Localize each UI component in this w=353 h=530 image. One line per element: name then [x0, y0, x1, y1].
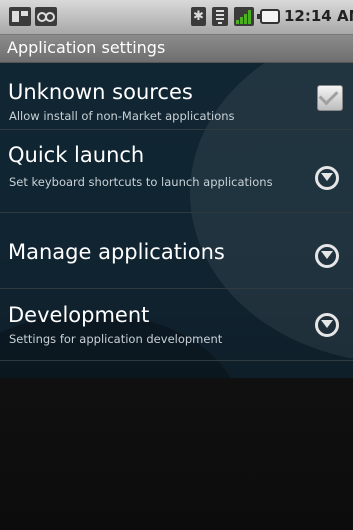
empty-area: [0, 378, 353, 530]
setting-title: Unknown sources: [8, 80, 193, 104]
setting-title: Manage applications: [8, 240, 225, 264]
voicemail-icon: [35, 7, 57, 26]
setting-quick-launch[interactable]: Quick launch Set keyboard shortcuts to l…: [0, 130, 353, 213]
wifi-icon: [212, 7, 228, 26]
title-bar: Application settings: [0, 35, 353, 63]
unknown-sources-checkbox[interactable]: [317, 85, 343, 111]
chevron-down-icon[interactable]: [315, 244, 339, 268]
checkmark-icon: [318, 85, 339, 106]
status-bar[interactable]: ✱ 12:14 AM: [0, 0, 353, 35]
setting-unknown-sources[interactable]: Unknown sources Allow install of non-Mar…: [0, 63, 353, 130]
status-time: 12:14 AM: [284, 7, 353, 25]
page-title: Application settings: [7, 38, 166, 57]
setting-summary: Allow install of non-Market applications: [9, 109, 235, 123]
setting-title: Development: [8, 303, 150, 327]
setting-summary: Set keyboard shortcuts to launch applica…: [9, 175, 273, 189]
screen: ✱ 12:14 AM Application settings Unknown …: [0, 0, 353, 530]
settings-list: Unknown sources Allow install of non-Mar…: [0, 63, 353, 378]
battery-icon: [257, 9, 280, 24]
setting-manage-applications[interactable]: Manage applications: [0, 213, 353, 289]
signal-icon: [234, 7, 254, 26]
bluetooth-icon: ✱: [191, 7, 206, 26]
setting-development[interactable]: Development Settings for application dev…: [0, 289, 353, 361]
chevron-down-icon[interactable]: [315, 166, 339, 190]
chevron-down-icon[interactable]: [315, 313, 339, 337]
setting-summary: Settings for application development: [9, 332, 223, 346]
notification-icon: [9, 7, 31, 26]
setting-title: Quick launch: [8, 143, 145, 167]
